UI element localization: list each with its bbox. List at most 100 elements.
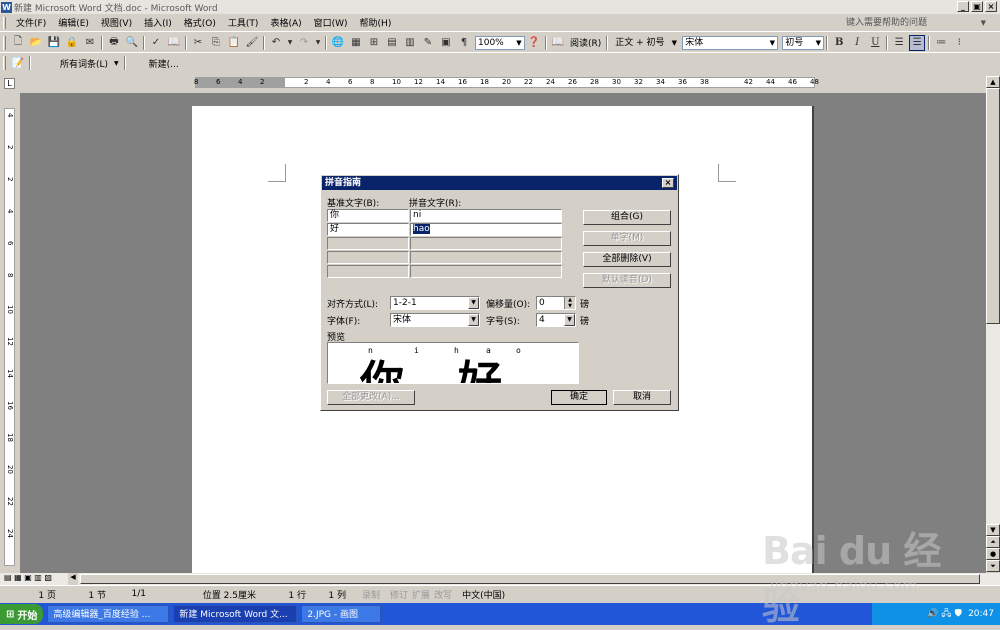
columns-icon[interactable]: ▥ xyxy=(402,35,418,51)
toolbar-grip[interactable] xyxy=(3,16,6,29)
cancel-button[interactable]: 取消 xyxy=(613,390,671,405)
clear-all-button[interactable]: 全部删除(V) xyxy=(583,252,671,267)
ruby-text-field[interactable]: hao xyxy=(410,223,562,236)
chevron-down-icon[interactable]: ▼ xyxy=(286,35,294,51)
status-ovr[interactable]: 改写 xyxy=(432,588,454,601)
justify-icon[interactable]: ☰ xyxy=(909,34,926,51)
maximize-button[interactable]: ▣ xyxy=(971,1,983,12)
chevron-down-icon[interactable]: ▼ xyxy=(468,297,479,309)
toolbar-grip[interactable] xyxy=(3,56,6,70)
italic-button[interactable]: I xyxy=(849,35,865,51)
scroll-left-button[interactable]: ◀ xyxy=(68,573,78,585)
scroll-down-button[interactable]: ▼ xyxy=(986,524,1000,536)
hyperlink-icon[interactable]: 🌐 xyxy=(330,35,346,51)
browse-object-button[interactable]: ● xyxy=(986,548,1000,560)
copy-icon[interactable]: ⎘ xyxy=(208,35,224,51)
group-button[interactable]: 组合(G) xyxy=(583,210,671,225)
ruby-text-field[interactable] xyxy=(410,265,562,278)
chevron-down-icon[interactable]: ▼ xyxy=(514,37,524,49)
status-rec[interactable]: 录制 xyxy=(354,588,388,601)
dialog-title-bar[interactable]: 拼音指南 × xyxy=(322,176,677,190)
ok-button[interactable]: 确定 xyxy=(551,390,607,405)
vertical-scrollbar[interactable]: ▲ ▼ ⏶ ● ⏷ xyxy=(986,76,1000,572)
menu-view[interactable]: 视图(V) xyxy=(95,16,138,29)
show-hide-icon[interactable]: ¶ xyxy=(456,35,472,51)
research-icon[interactable]: 📖 xyxy=(166,35,182,51)
insert-table-icon[interactable]: ⊞ xyxy=(366,35,382,51)
bold-button[interactable]: B xyxy=(831,35,847,51)
read-button[interactable]: 阅读(R) xyxy=(567,36,604,49)
status-ext[interactable]: 扩展 xyxy=(410,588,432,601)
menu-window[interactable]: 窗口(W) xyxy=(308,16,354,29)
start-button[interactable]: ⊞ 开始 xyxy=(0,604,44,624)
redo-icon[interactable]: ↷ xyxy=(296,35,312,51)
next-page-button[interactable]: ⏷ xyxy=(986,560,1000,572)
alignment-select[interactable]: 1-2-1 ▼ xyxy=(390,296,480,310)
print-icon[interactable]: 🖶 xyxy=(106,35,122,51)
chevron-down-icon[interactable]: ▼ xyxy=(981,16,986,30)
taskbar-item-paint[interactable]: 2.JPG - 画图 xyxy=(301,605,382,623)
undo-icon[interactable]: ↶ xyxy=(268,35,284,51)
base-text-field[interactable] xyxy=(327,265,409,278)
print-preview-icon[interactable]: 🔍 xyxy=(124,35,140,51)
numbering-icon[interactable]: ≔ xyxy=(933,35,949,51)
all-entries-button[interactable]: 所有词条(L) xyxy=(57,57,111,70)
horizontal-ruler[interactable]: 8 6 4 2 2 4 6 8 10 12 14 16 18 20 22 24 26 28 30 32 34 36 38 42… xyxy=(20,76,986,90)
mono-button[interactable]: 单字(M) xyxy=(583,231,671,246)
chevron-down-icon[interactable]: ▼ xyxy=(564,314,575,326)
tab-selector[interactable]: L xyxy=(4,78,15,89)
ruby-text-field[interactable]: ni xyxy=(410,209,562,222)
base-text-field[interactable] xyxy=(327,251,409,264)
format-painter-icon[interactable]: 🖌 xyxy=(244,35,260,51)
ruby-text-field[interactable] xyxy=(410,237,562,250)
menu-help[interactable]: 帮助(H) xyxy=(354,16,398,29)
chevron-down-icon[interactable]: ▼ xyxy=(813,37,823,49)
status-trk[interactable]: 修订 xyxy=(388,588,410,601)
dialog-font-select[interactable]: 宋体 ▼ xyxy=(390,313,480,327)
help-search-input[interactable]: 键入需要帮助的问题 ▼ xyxy=(846,16,986,30)
menu-tools[interactable]: 工具(T) xyxy=(222,16,265,29)
open-folder-icon[interactable]: 📂 xyxy=(28,35,44,51)
tables-borders-icon[interactable]: ▦ xyxy=(348,35,364,51)
permission-icon[interactable]: 🔒 xyxy=(64,35,80,51)
close-button[interactable]: × xyxy=(985,1,997,12)
scroll-thumb[interactable] xyxy=(986,88,1000,324)
base-text-field[interactable]: 好 xyxy=(327,223,409,236)
taskbar-item-word[interactable]: 新建 Microsoft Word 文... xyxy=(173,605,298,623)
spin-icon[interactable]: ▲ ▼ xyxy=(564,297,575,309)
font-select[interactable]: 宋体 ▼ xyxy=(682,35,779,50)
chevron-down-icon[interactable]: ▼ xyxy=(669,37,679,49)
autotext-icon[interactable]: 📝 xyxy=(10,55,26,71)
zoom-select[interactable]: 100% ▼ xyxy=(475,35,525,50)
underline-icon[interactable]: U xyxy=(867,35,883,51)
paste-icon[interactable]: 📋 xyxy=(226,35,242,51)
bullets-icon[interactable]: ⁝ xyxy=(951,35,967,51)
view-buttons[interactable]: ▤ ▦ ▣ ▥ ▧ xyxy=(4,573,52,582)
menu-file[interactable]: 文件(F) xyxy=(10,16,52,29)
menu-table[interactable]: 表格(A) xyxy=(264,16,307,29)
chevron-down-icon[interactable]: ▼ xyxy=(468,314,479,326)
document-map-icon[interactable]: ▣ xyxy=(438,35,454,51)
minimize-button[interactable]: _ xyxy=(957,1,969,12)
insert-excel-icon[interactable]: ▤ xyxy=(384,35,400,51)
change-all-button[interactable]: 全部更改(A)... xyxy=(327,390,415,405)
save-icon[interactable]: 💾 xyxy=(46,35,62,51)
chevron-down-icon[interactable]: ▼ xyxy=(111,60,122,67)
new-document-icon[interactable]: 🗋 xyxy=(10,35,26,51)
dialog-close-button[interactable]: × xyxy=(662,178,674,188)
default-reading-button[interactable]: 默认读音(D) xyxy=(583,273,671,288)
email-icon[interactable]: ✉ xyxy=(82,35,98,51)
vertical-ruler[interactable]: 4 2 2 4 6 8 10 12 14 16 18 20 22 24 xyxy=(4,108,15,566)
read-icon[interactable]: 📖 xyxy=(550,35,566,51)
drawing-icon[interactable]: ✎ xyxy=(420,35,436,51)
align-left-icon[interactable]: ☰ xyxy=(891,35,907,51)
cut-icon[interactable]: ✂ xyxy=(190,35,206,51)
prev-page-button[interactable]: ⏶ xyxy=(986,536,1000,548)
scroll-up-button[interactable]: ▲ xyxy=(986,76,1000,88)
offset-input[interactable]: 0 ▲ ▼ xyxy=(536,296,576,310)
new-entry-button[interactable]: 新建(... xyxy=(146,57,182,70)
font-size-select[interactable]: 初号 ▼ xyxy=(782,35,825,50)
menu-format[interactable]: 格式(O) xyxy=(178,16,222,29)
help-icon[interactable]: ❓ xyxy=(526,35,542,51)
menu-edit[interactable]: 编辑(E) xyxy=(52,16,95,29)
